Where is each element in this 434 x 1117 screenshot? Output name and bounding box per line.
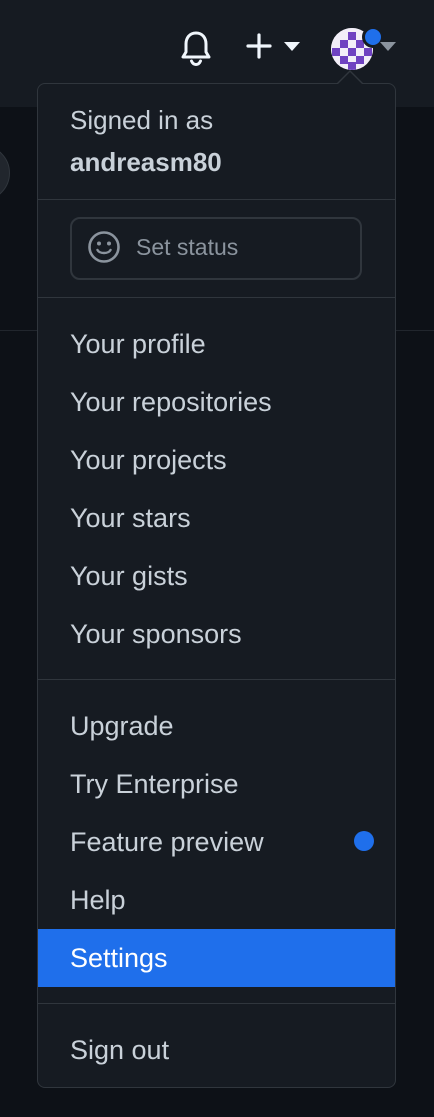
menu-divider [38, 199, 395, 200]
menu-item-your-repositories[interactable]: Your repositories [38, 373, 395, 431]
menu-item-feature-preview[interactable]: Feature preview [38, 813, 395, 871]
menu-item-try-enterprise[interactable]: Try Enterprise [38, 755, 395, 813]
menu-item-your-sponsors[interactable]: Your sponsors [38, 605, 395, 663]
menu-item-your-projects[interactable]: Your projects [38, 431, 395, 489]
menu-item-sign-out[interactable]: Sign out [38, 1021, 395, 1079]
caret-down-icon[interactable] [284, 42, 300, 52]
background-search-field [0, 145, 10, 201]
plus-icon[interactable] [246, 33, 272, 59]
menu-divider [38, 1003, 395, 1004]
caret-down-icon[interactable] [380, 42, 396, 52]
menu-arrow-inner [337, 72, 363, 85]
menu-divider [38, 679, 395, 680]
menu-item-your-gists[interactable]: Your gists [38, 547, 395, 605]
menu-divider [38, 297, 395, 298]
menu-item-your-profile[interactable]: Your profile [38, 315, 395, 373]
signed-in-label: Signed in as [70, 105, 214, 135]
username: andreasm80 [70, 147, 222, 177]
feature-preview-dot [354, 831, 374, 851]
menu-item-your-stars[interactable]: Your stars [38, 489, 395, 547]
menu-item-upgrade[interactable]: Upgrade [38, 697, 395, 755]
menu-item-settings[interactable]: Settings [38, 929, 395, 987]
smiley-icon [88, 231, 120, 263]
bell-icon[interactable] [180, 30, 212, 66]
menu-item-help[interactable]: Help [38, 871, 395, 929]
set-status-label: Set status [136, 234, 239, 260]
